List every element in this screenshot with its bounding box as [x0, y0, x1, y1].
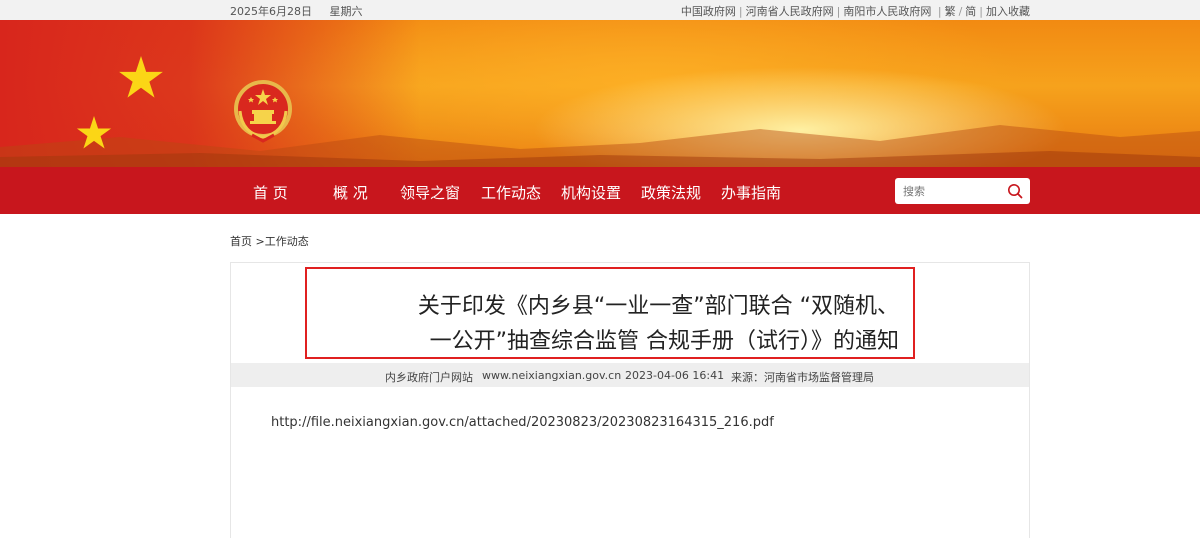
search-box — [895, 178, 1030, 204]
star-icon — [76, 116, 112, 149]
article-panel: 关于印发《内乡县“一业一查”部门联合 “双随机、 一公开”抽查综合监管 合规手册… — [230, 262, 1030, 538]
nav-item-overview[interactable]: 概 况 — [333, 182, 368, 203]
link-nanyang-gov[interactable]: 南阳市人民政府网 — [843, 5, 931, 18]
meta-site: 内乡政府门户网站 — [385, 371, 473, 384]
nav-item-organization[interactable]: 机构设置 — [561, 182, 621, 203]
divider: | — [738, 5, 743, 18]
simplified-chinese-link[interactable]: 简 — [965, 5, 976, 18]
national-emblem-icon — [234, 80, 292, 143]
article-title-highlight: 关于印发《内乡县“一业一查”部门联合 “双随机、 一公开”抽查综合监管 合规手册… — [305, 267, 915, 359]
header-banner — [0, 20, 1200, 167]
nav-item-policies[interactable]: 政策法规 — [641, 182, 701, 203]
article-title-line-1: 关于印发《内乡县“一业一查”部门联合 “双随机、 — [417, 294, 899, 319]
star-icon — [119, 56, 163, 98]
add-favorite-link[interactable]: 加入收藏 — [986, 5, 1030, 18]
divider: / — [958, 5, 963, 18]
divider: | — [934, 5, 942, 18]
breadcrumb-home[interactable]: 首页 — [230, 235, 252, 248]
date-text: 2025年6月28日 — [230, 5, 312, 18]
article-title-line-2: 一公开”抽查综合监管 合规手册（试行）》的通知 — [429, 329, 899, 354]
nav-item-home[interactable]: 首 页 — [253, 182, 288, 203]
traditional-chinese-link[interactable]: 繁 — [945, 5, 956, 18]
link-gov-cn[interactable]: 中国政府网 — [681, 5, 736, 18]
nav-item-work-news[interactable]: 工作动态 — [481, 182, 541, 203]
article-meta-bar: 内乡政府门户网站 www.neixiangxian.gov.cn 2023-04… — [231, 363, 1029, 387]
divider: | — [836, 5, 841, 18]
article-content-link[interactable]: http://file.neixiangxian.gov.cn/attached… — [271, 415, 774, 430]
main-nav: 首 页 概 况 领导之窗 工作动态 机构设置 政策法规 办事指南 — [0, 167, 1200, 214]
external-links: 中国政府网 | 河南省人民政府网 | 南阳市人民政府网 | 繁 / 简 | 加入收藏 — [681, 3, 1030, 19]
top-bar: 2025年6月28日 星期六 中国政府网 | 河南省人民政府网 | 南阳市人民政府网 |… — [0, 0, 1200, 20]
mountain-silhouette — [0, 125, 1200, 167]
meta-source: 来源：河南省市场监督管理局 — [731, 371, 874, 384]
breadcrumb: 首页 >工作动态 — [230, 233, 309, 249]
weekday-text: 星期六 — [329, 5, 363, 18]
breadcrumb-current[interactable]: >工作动态 — [256, 235, 309, 248]
meta-datetime: 2023-04-06 16:41 — [625, 369, 725, 382]
nav-item-leadership[interactable]: 领导之窗 — [400, 182, 460, 203]
search-icon[interactable] — [1007, 183, 1023, 199]
nav-item-services[interactable]: 办事指南 — [721, 182, 781, 203]
meta-url: www.neixiangxian.gov.cn — [482, 369, 622, 382]
search-input[interactable] — [903, 182, 999, 200]
date-display: 2025年6月28日 星期六 — [230, 3, 362, 19]
link-henan-gov[interactable]: 河南省人民政府网 — [746, 5, 834, 18]
divider: | — [979, 5, 983, 18]
